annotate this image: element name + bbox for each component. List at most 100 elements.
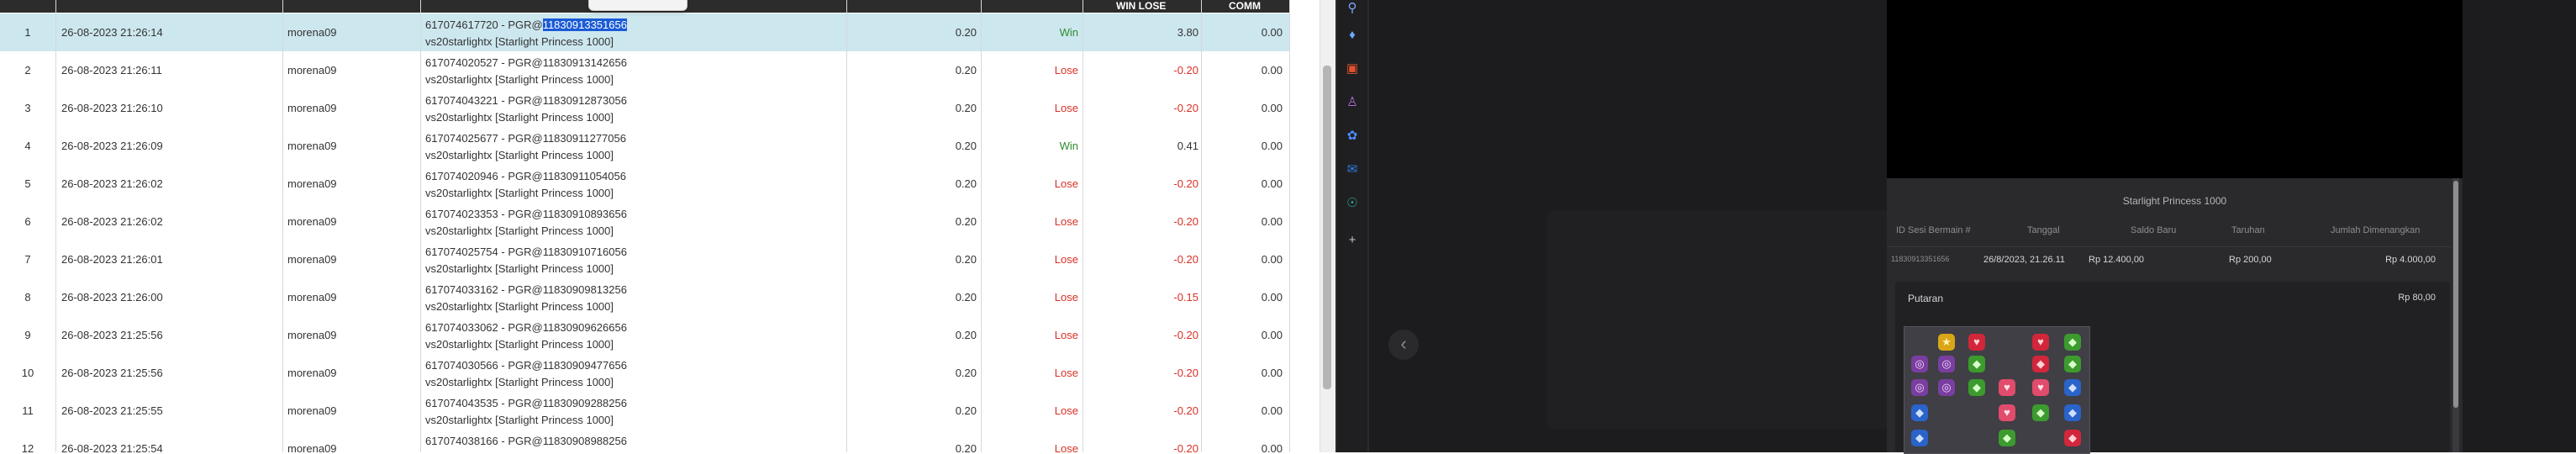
round-id[interactable]: 11830909813256 (543, 283, 627, 296)
transaction-ref: 617074043221 - PGR@ (425, 94, 543, 107)
table-row[interactable]: 4 26-08-2023 21:26:09 morena09 617074025677… (0, 127, 1290, 166)
transaction-ref: 617074617720 - PGR@ (425, 18, 543, 31)
chevron-left-icon[interactable]: ‹ (1388, 330, 1419, 360)
row-status: Lose (1054, 253, 1078, 266)
row-username: morena09 (287, 140, 337, 152)
row-bet: 0.20 (955, 140, 977, 152)
row-username: morena09 (287, 291, 337, 304)
row-win-lose: -0.20 (1173, 177, 1198, 190)
table-row[interactable]: 3 26-08-2023 21:26:10 morena09 617074043221… (0, 89, 1290, 128)
col-header-win-lose[interactable]: WIN LOSE (1116, 0, 1166, 13)
outlook-icon[interactable]: ✉ (1344, 161, 1361, 178)
gear-flower-icon[interactable]: ✿ (1344, 128, 1361, 145)
row-description[interactable]: 617074038166 - PGR@11830908988256vs20sta… (425, 433, 627, 452)
row-username: morena09 (287, 215, 337, 228)
row-number: 1 (24, 26, 31, 39)
game-video-area (1887, 0, 2463, 178)
round-id[interactable]: 11830913351656 (542, 18, 627, 31)
tag-icon[interactable]: ♦ (1344, 27, 1361, 44)
plus-icon[interactable]: + (1344, 232, 1361, 249)
round-id[interactable]: 11830909477656 (543, 359, 627, 372)
page-scrollbar-thumb[interactable] (1323, 66, 1331, 389)
row-date: 26-08-2023 21:26:10 (61, 102, 163, 114)
table-row[interactable]: 11 26-08-2023 21:25:55 morena09 61707404353… (0, 392, 1290, 430)
col-header-comm[interactable]: COMM (1229, 0, 1261, 13)
balance-value: Rp 12.400,00 (2089, 255, 2145, 265)
row-commission: 0.00 (1261, 102, 1283, 114)
game-name: vs20starlightx [Starlight Princess 1000] (425, 414, 614, 426)
round-id[interactable]: 11830909288256 (543, 397, 627, 409)
row-description[interactable]: 617074020946 - PGR@11830911054056 vs20sta… (425, 168, 626, 202)
transaction-ref: 617074043535 - PGR@ (425, 397, 543, 409)
column-divider (846, 0, 847, 452)
round-id[interactable]: 11830911277056 (543, 132, 626, 145)
row-status: Lose (1054, 64, 1078, 77)
table-row[interactable]: 9 26-08-2023 21:25:56 morena09 617074033062… (0, 316, 1290, 355)
row-description[interactable]: 617074043221 - PGR@11830912873056 vs20sta… (425, 92, 627, 126)
round-id[interactable]: 11830909626656 (543, 321, 627, 334)
game-name: vs20starlightx [Starlight Princess 1000] (425, 149, 614, 161)
row-status: Lose (1054, 215, 1078, 228)
round-id[interactable]: 11830911054056 (543, 170, 626, 182)
table-row[interactable]: 2 26-08-2023 21:26:11 morena09 617074020527… (0, 51, 1290, 90)
row-number: 8 (24, 291, 31, 304)
row-commission: 0.00 (1261, 442, 1283, 452)
row-number: 4 (24, 140, 31, 152)
spin-label: Putaran (1908, 293, 1944, 304)
row-bet: 0.20 (955, 442, 977, 452)
row-description[interactable]: 617074033062 - PGR@11830909626656 vs20sta… (425, 319, 627, 353)
row-date: 26-08-2023 21:25:56 (61, 329, 163, 341)
row-status: Win (1059, 140, 1078, 152)
green-gem-icon: ◆ (2032, 404, 2049, 421)
table-row[interactable]: 7 26-08-2023 21:26:01 morena09 617074025754… (0, 240, 1290, 279)
blue-gem-icon: ◆ (2064, 404, 2081, 421)
transaction-ref: 617074023353 - PGR@ (425, 208, 543, 220)
row-description[interactable]: 617074043535 - PGR@11830909288256 vs20sta… (425, 395, 627, 429)
column-divider (420, 0, 421, 452)
row-description[interactable]: 617074033162 - PGR@11830909813256 vs20sta… (425, 282, 627, 315)
table-row[interactable]: 5 26-08-2023 21:26:02 morena09 617074020946… (0, 165, 1290, 203)
toolbox-icon[interactable]: ▣ (1344, 61, 1361, 77)
round-id[interactable]: 11830910716056 (543, 245, 627, 258)
row-description[interactable]: 617074025754 - PGR@11830910716056 vs20sta… (425, 244, 627, 277)
table-row[interactable]: 1 26-08-2023 21:26:14 morena09 617074617720… (0, 13, 1290, 52)
row-status: Lose (1054, 177, 1078, 190)
row-description[interactable]: 617074617720 - PGR@11830913351656 vs20sta… (425, 17, 627, 50)
row-status: Lose (1054, 291, 1078, 304)
search-icon[interactable]: ⚲ (1344, 0, 1361, 17)
blue-gem-icon: ◆ (1911, 404, 1928, 421)
row-number: 12 (21, 442, 34, 452)
game-name: vs20starlightx [Starlight Princess 1000] (425, 111, 614, 124)
row-win-lose: -0.20 (1173, 102, 1198, 114)
table-row[interactable]: 8 26-08-2023 21:26:00 morena09 617074033162… (0, 278, 1290, 317)
row-commission: 0.00 (1261, 253, 1283, 266)
detail-scrollbar-thumb[interactable] (2453, 181, 2458, 408)
row-username: morena09 (287, 253, 337, 266)
game-name: vs20starlightx [Starlight Princess 1000] (425, 338, 614, 351)
row-number: 11 (22, 404, 34, 417)
row-description[interactable]: 617074030566 - PGR@11830909477656 vs20sta… (425, 357, 627, 391)
row-commission: 0.00 (1261, 64, 1283, 77)
round-id[interactable]: 11830913142656 (543, 56, 627, 69)
row-description[interactable]: 617074025677 - PGR@11830911277056 vs20sta… (425, 130, 626, 164)
win-amount-value: Rp 4.000,00 (2385, 255, 2436, 265)
round-id[interactable]: 11830910893656 (543, 208, 627, 220)
crown-symbol-icon: ★ (1938, 334, 1955, 351)
cart-icon[interactable]: ☉ (1344, 195, 1361, 212)
column-divider (981, 0, 982, 452)
row-description[interactable]: 617074020527 - PGR@11830913142656 vs20sta… (425, 55, 627, 88)
row-number: 6 (24, 215, 31, 228)
round-id[interactable]: 11830912873056 (543, 94, 627, 107)
row-status: Lose (1054, 367, 1078, 379)
heart-symbol-icon: ♥ (1999, 404, 2015, 421)
table-row[interactable]: 12 26-08-2023 21:25:54 morena09 61707403816… (0, 430, 1290, 452)
transaction-ref: 617074033062 - PGR@ (425, 321, 543, 334)
round-id[interactable]: 11830908988256 (543, 435, 627, 447)
table-row[interactable]: 10 26-08-2023 21:25:56 morena09 61707403056… (0, 354, 1290, 393)
row-username: morena09 (287, 177, 337, 190)
table-row[interactable]: 6 26-08-2023 21:26:02 morena09 617074023353… (0, 203, 1290, 241)
transaction-ref: 617074030566 - PGR@ (425, 359, 543, 372)
user-icon[interactable]: ♙ (1344, 94, 1361, 111)
col-date: Tanggal (2027, 225, 2060, 235)
row-description[interactable]: 617074023353 - PGR@11830910893656 vs20sta… (425, 206, 627, 240)
